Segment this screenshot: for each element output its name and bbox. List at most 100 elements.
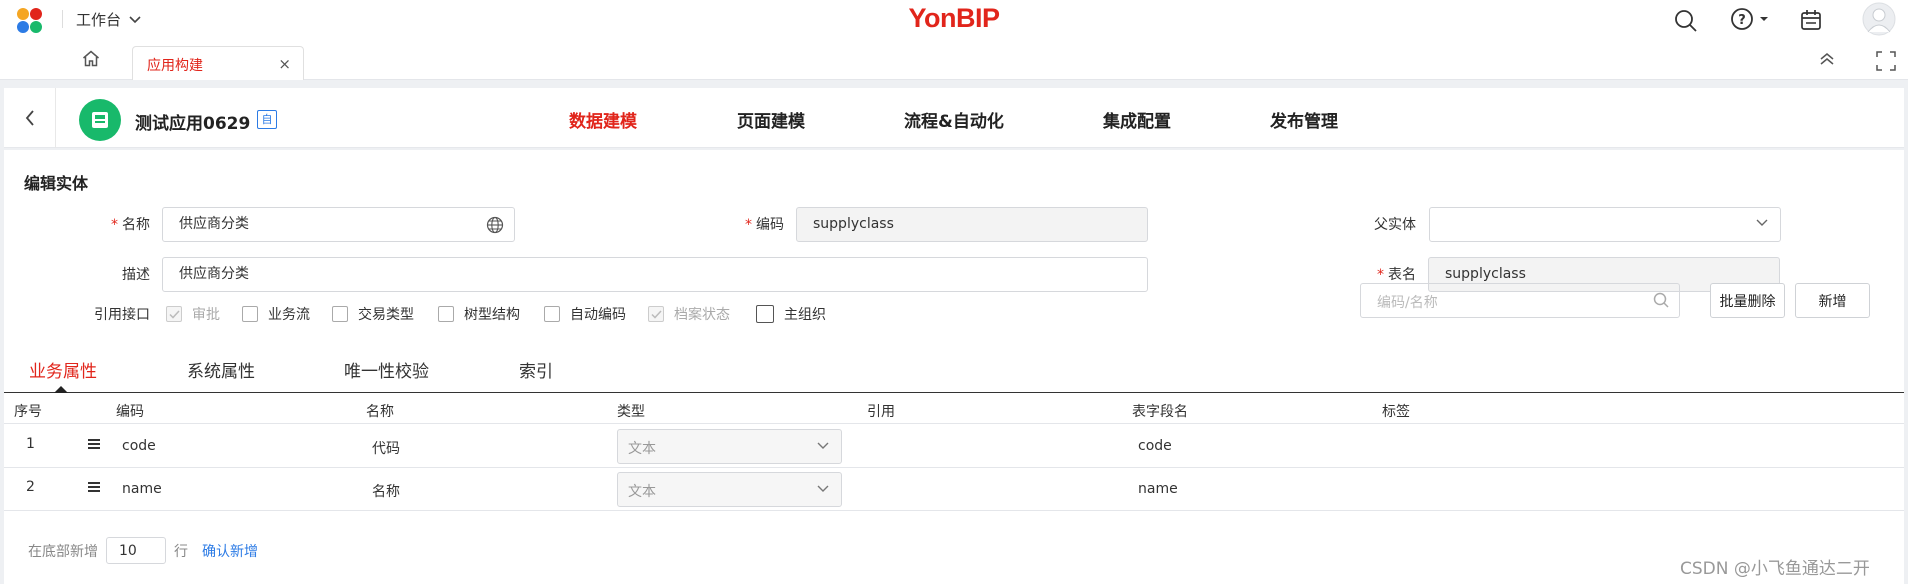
row-index: 2 [26, 479, 35, 495]
col-index: 序号 [14, 404, 42, 420]
checkbox-label: 审批 [192, 307, 220, 323]
checkbox-box [242, 306, 258, 322]
row-index: 1 [26, 436, 35, 452]
tab-business-attributes[interactable]: 业务属性 [29, 357, 97, 382]
table-row[interactable]: 1 code 代码 文本 code [4, 425, 1904, 468]
globe-icon[interactable] [486, 216, 504, 234]
parent-entity-select[interactable] [1429, 207, 1781, 242]
checkbox-tree-structure[interactable]: 树型结构 [438, 304, 520, 324]
code-label: * 编码 [745, 217, 784, 233]
nav-page-modeling[interactable]: 页面建模 [737, 107, 805, 132]
checkbox-approval[interactable]: 审批 [166, 304, 220, 324]
code-field[interactable]: supplyclass [796, 207, 1148, 242]
check-icon [650, 309, 662, 319]
fullscreen-icon[interactable] [1876, 51, 1896, 71]
row-code[interactable]: name [122, 481, 162, 497]
checkbox-transaction-type[interactable]: 交易类型 [332, 304, 414, 324]
checkbox-label: 主组织 [784, 307, 826, 323]
drag-handle-icon[interactable] [88, 482, 100, 492]
checkbox-label: 自动编码 [570, 307, 626, 323]
row-name[interactable]: 名称 [372, 481, 400, 501]
type-select[interactable]: 文本 [617, 472, 842, 507]
section-title: 编辑实体 [24, 174, 89, 193]
back-button[interactable] [4, 88, 56, 148]
name-value: 供应商分类 [179, 216, 249, 232]
add-rows-footer: 在底部新增 行 确认新增 [28, 537, 258, 564]
type-value: 文本 [628, 484, 656, 500]
checkbox-box [438, 306, 454, 322]
checkbox-archive-status[interactable]: 档案状态 [648, 304, 730, 324]
description-value: 供应商分类 [179, 266, 249, 282]
checkbox-business-flow[interactable]: 业务流 [242, 304, 310, 324]
row-field-name[interactable]: code [1138, 438, 1172, 454]
chevron-down-icon [817, 442, 829, 449]
checkbox-main-org[interactable]: 主组织 [756, 304, 826, 324]
active-tab-caret [54, 386, 68, 393]
interface-label: 引用接口 [94, 307, 150, 323]
svg-text:?: ? [1738, 13, 1746, 28]
add-rows-prefix: 在底部新增 [28, 543, 98, 560]
checkbox-box [544, 306, 560, 322]
checkbox-box [756, 305, 774, 323]
col-code: 编码 [116, 404, 144, 420]
table-row[interactable]: 2 name 名称 文本 name [4, 468, 1904, 511]
col-name: 名称 [366, 404, 394, 420]
col-field-name: 表字段名 [1132, 404, 1188, 420]
confirm-add-link[interactable]: 确认新增 [202, 541, 258, 561]
watermark: CSDN @小飞鱼通达二开 [1680, 559, 1870, 579]
tab-index[interactable]: 索引 [519, 357, 553, 382]
tab-underline [4, 392, 1904, 393]
brand-logo: YonBIP [908, 3, 1001, 33]
add-button[interactable]: 新增 [1795, 283, 1870, 318]
chevron-down-icon [1756, 219, 1768, 226]
nav-integration[interactable]: 集成配置 [1103, 107, 1171, 132]
row-code[interactable]: code [122, 438, 156, 454]
close-icon[interactable]: × [278, 55, 291, 73]
description-field[interactable]: 供应商分类 [162, 257, 1148, 292]
nav-process-automation[interactable]: 流程&自动化 [904, 107, 1004, 132]
top-bar: 工作台 YonBIP ? [0, 0, 1908, 40]
col-reference: 引用 [867, 404, 895, 420]
tab-bar: 应用构建 × [0, 40, 1908, 80]
calendar-icon[interactable] [1800, 9, 1822, 31]
name-field[interactable]: 供应商分类 [162, 207, 515, 242]
row-field-name[interactable]: name [1138, 481, 1178, 497]
description-label: 描述 [122, 267, 150, 283]
home-icon[interactable] [82, 50, 100, 67]
chevron-down-icon [817, 485, 829, 492]
row-name[interactable]: 代码 [372, 438, 400, 458]
tab-uniqueness-check[interactable]: 唯一性校验 [344, 357, 429, 382]
tab-system-attributes[interactable]: 系统属性 [187, 357, 255, 382]
app-header: 测试应用0629 自 数据建模 页面建模 流程&自动化 集成配置 发布管理 [4, 88, 1904, 148]
search-icon[interactable] [1653, 292, 1669, 308]
checkbox-label: 档案状态 [674, 307, 730, 323]
checkbox-auto-code[interactable]: 自动编码 [544, 304, 626, 324]
drag-handle-icon[interactable] [88, 439, 100, 449]
batch-delete-button[interactable]: 批量删除 [1710, 283, 1785, 318]
chevron-left-icon [25, 110, 34, 126]
app-icon [79, 99, 121, 141]
type-select[interactable]: 文本 [617, 429, 842, 464]
checkbox-label: 业务流 [268, 307, 310, 323]
checkbox-box [648, 306, 664, 322]
search-input[interactable]: 编码/名称 [1360, 283, 1680, 318]
search-placeholder: 编码/名称 [1377, 295, 1438, 311]
checkbox-box [166, 306, 182, 322]
add-rows-count-input[interactable] [106, 537, 166, 564]
nav-data-modeling[interactable]: 数据建模 [569, 107, 637, 132]
app-badge: 自 [257, 110, 277, 129]
checkbox-box [332, 306, 348, 322]
tab-app-build[interactable]: 应用构建 × [132, 46, 304, 80]
code-value: supplyclass [813, 216, 894, 232]
checkbox-label: 交易类型 [358, 307, 414, 323]
app-name: 测试应用0629 [135, 114, 251, 134]
type-value: 文本 [628, 441, 656, 457]
nav-publish[interactable]: 发布管理 [1270, 107, 1338, 132]
search-icon[interactable] [1674, 9, 1698, 33]
table-name-value: supplyclass [1445, 266, 1526, 282]
check-icon [168, 309, 180, 319]
checkbox-label: 树型结构 [464, 307, 520, 323]
avatar[interactable] [1862, 2, 1896, 36]
collapse-up-icon[interactable] [1818, 52, 1836, 66]
help-icon[interactable]: ? [1731, 8, 1769, 32]
